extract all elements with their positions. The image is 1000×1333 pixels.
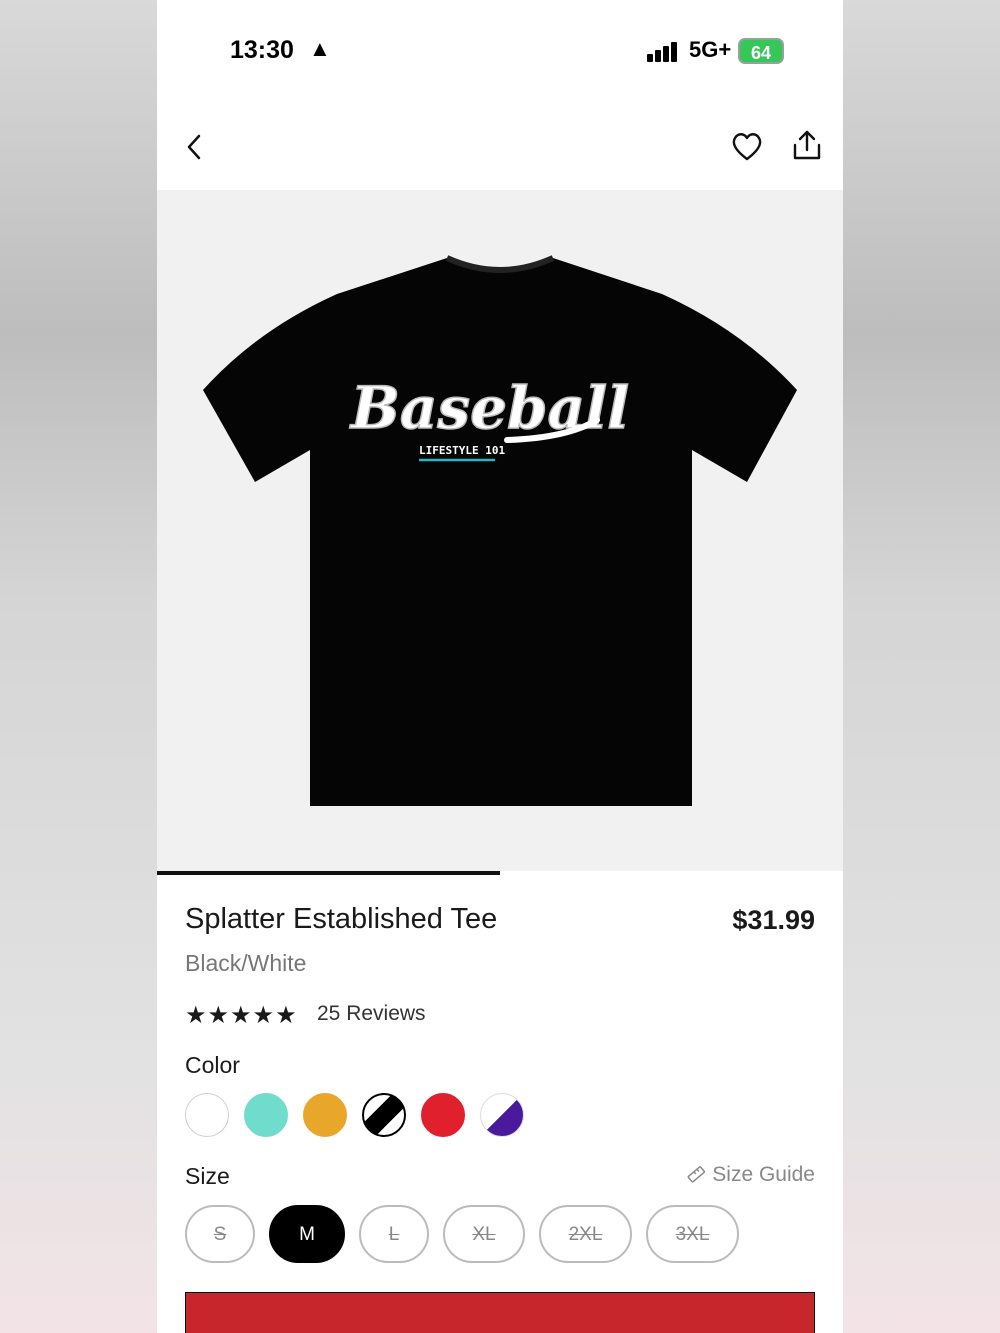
chevron-left-icon xyxy=(187,134,201,160)
color-swatch-red[interactable] xyxy=(421,1093,465,1137)
size-label: Size xyxy=(185,1163,230,1189)
network-type: 5G+ xyxy=(689,37,732,62)
graphic-text: Baseball xyxy=(349,374,629,442)
product-title: Splatter Established Tee xyxy=(185,903,498,935)
size-option-xl[interactable]: XL xyxy=(443,1205,525,1263)
carousel-indicator xyxy=(157,871,500,875)
favorite-button[interactable] xyxy=(729,128,765,164)
share-icon xyxy=(793,130,821,160)
color-swatch-gold[interactable] xyxy=(303,1093,347,1137)
product-page: 13:30 ▲ 5G+ 64 Baseball LIFESTYLE 101 Sp… xyxy=(157,0,843,1333)
size-option-l[interactable]: L xyxy=(359,1205,429,1263)
color-label: Color xyxy=(185,1052,240,1078)
size-option-s[interactable]: S xyxy=(185,1205,255,1263)
color-swatch-purple-white[interactable] xyxy=(480,1093,524,1137)
battery-icon: 64 xyxy=(738,38,784,64)
product-variant: Black/White xyxy=(185,950,307,976)
tshirt-image: Baseball LIFESTYLE 101 xyxy=(203,255,797,806)
size-guide-label: Size Guide xyxy=(712,1163,815,1186)
ruler-icon xyxy=(687,1166,706,1183)
add-to-bag-button[interactable] xyxy=(185,1292,815,1333)
status-bar: 13:30 ▲ 5G+ 64 xyxy=(157,0,843,100)
status-time: 13:30 xyxy=(230,36,294,64)
product-image[interactable]: Baseball LIFESTYLE 101 xyxy=(157,190,843,873)
heart-icon xyxy=(732,133,762,161)
graphic-subtext: LIFESTYLE 101 xyxy=(419,444,505,457)
product-price: $31.99 xyxy=(732,905,815,935)
color-swatch-teal[interactable] xyxy=(244,1093,288,1137)
reviews-link[interactable]: 25 Reviews xyxy=(317,1002,426,1026)
size-option-3xl[interactable]: 3XL xyxy=(646,1205,739,1263)
size-guide-link[interactable]: Size Guide xyxy=(686,1163,815,1187)
signal-icon xyxy=(647,40,681,62)
size-option-m[interactable]: M xyxy=(269,1205,345,1263)
color-swatch-black-white[interactable] xyxy=(362,1093,406,1137)
color-swatch-white[interactable] xyxy=(185,1093,229,1137)
notification-icon: ▲ xyxy=(309,36,331,61)
rating-stars: ★★★★★ xyxy=(185,1002,298,1029)
size-option-2xl[interactable]: 2XL xyxy=(539,1205,632,1263)
back-button[interactable] xyxy=(181,130,209,164)
share-button[interactable] xyxy=(791,128,823,164)
